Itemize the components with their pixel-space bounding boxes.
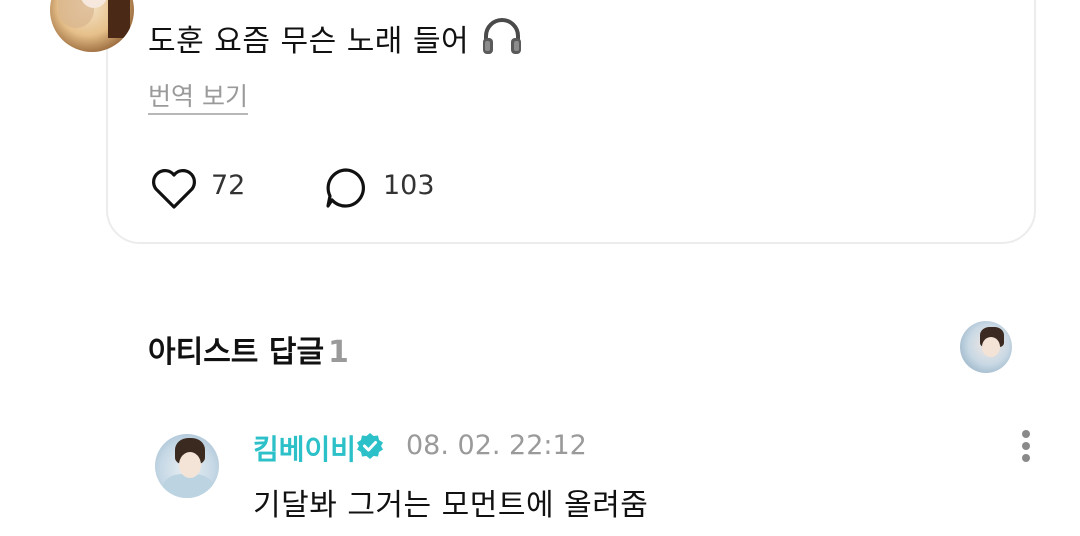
post-body: 도훈 요즘 무슨 노래 들어 bbox=[148, 24, 470, 59]
reply-author-name[interactable]: 킴베이비 bbox=[253, 428, 356, 468]
reply-text: 기달봐 그거는 모먼트에 올려줌 bbox=[253, 488, 649, 523]
translate-link[interactable]: 번역 보기 bbox=[148, 82, 248, 115]
verified-badge-icon bbox=[357, 433, 383, 459]
comment-icon[interactable] bbox=[324, 166, 368, 210]
artist-replies-title: 아티스트 답글 bbox=[148, 335, 325, 370]
artist-replies-count: 1 bbox=[328, 335, 349, 370]
headphones-icon bbox=[483, 18, 522, 54]
comment-count: 103 bbox=[383, 170, 435, 201]
post-text: 도훈 요즘 무슨 노래 들어 bbox=[148, 16, 523, 62]
reply-author-avatar[interactable] bbox=[155, 434, 219, 498]
artist-avatar-small[interactable] bbox=[960, 321, 1012, 373]
artist-replies-heading: 아티스트 답글 1 bbox=[148, 327, 349, 371]
heart-icon[interactable] bbox=[150, 167, 198, 211]
more-options-icon[interactable] bbox=[1016, 430, 1036, 466]
like-count: 72 bbox=[211, 170, 246, 201]
reply-timestamp: 08. 02. 22:12 bbox=[406, 430, 587, 461]
